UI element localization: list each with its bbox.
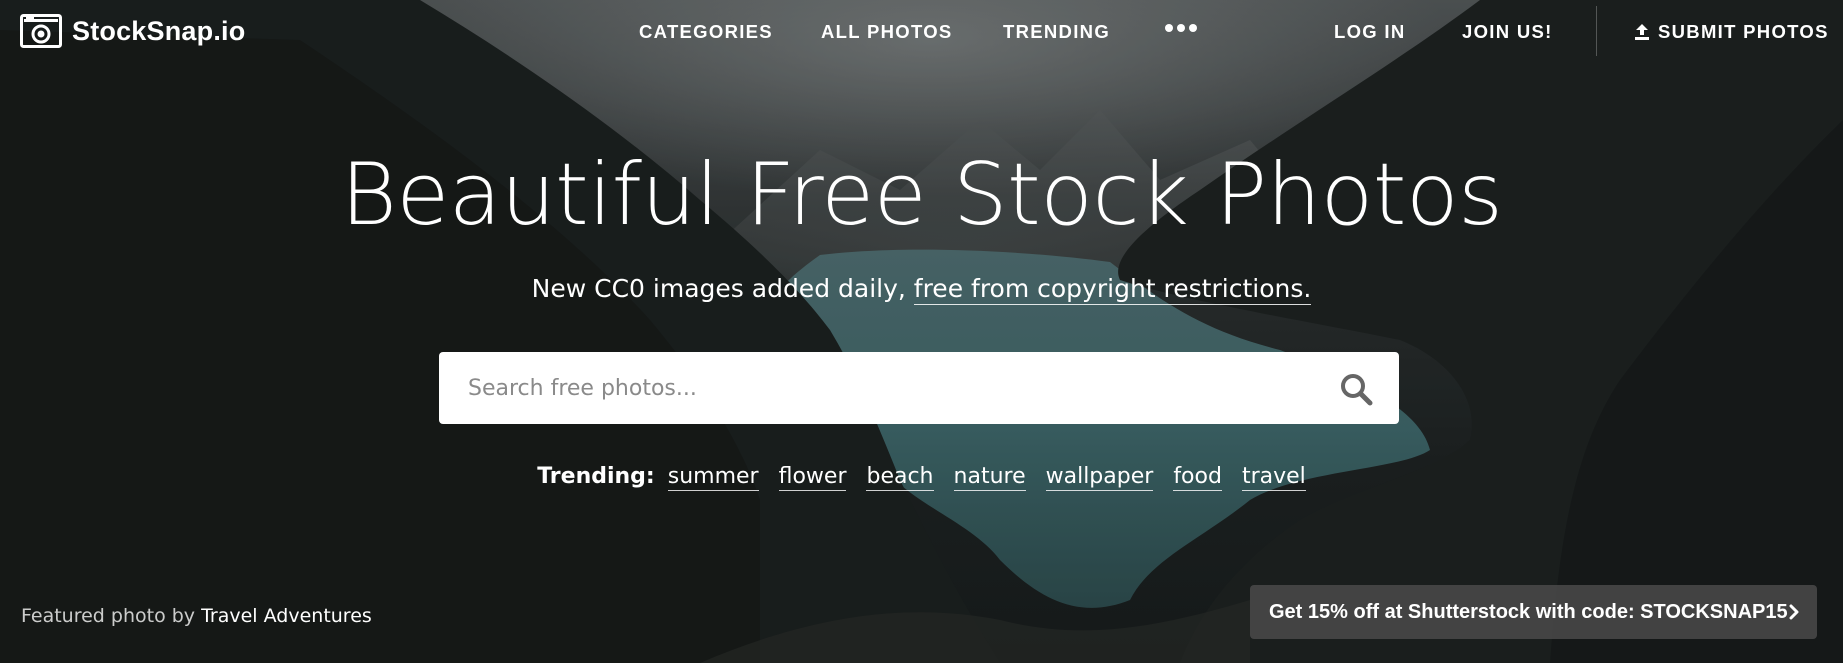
featured-author-link[interactable]: Travel Adventures <box>201 605 372 627</box>
brand-logo[interactable]: StockSnap.io <box>20 14 245 48</box>
nav-all-photos[interactable]: ALL PHOTOS <box>821 21 953 43</box>
shutterstock-promo-button[interactable]: Get 15% off at Shutterstock with code: S… <box>1250 585 1817 639</box>
top-navigation: StockSnap.io CATEGORIES ALL PHOTOS TREND… <box>0 0 1843 62</box>
trending-tags: Trending: summer flower beach nature wal… <box>0 464 1843 491</box>
chevron-right-icon <box>1789 604 1799 620</box>
search-box <box>439 352 1399 424</box>
search-input[interactable] <box>439 352 1319 424</box>
hero-section: StockSnap.io CATEGORIES ALL PHOTOS TREND… <box>0 0 1843 663</box>
trending-tag-beach[interactable]: beach <box>866 464 934 491</box>
nav-log-in[interactable]: LOG IN <box>1334 21 1406 43</box>
camera-icon <box>20 14 62 48</box>
trending-tag-food[interactable]: food <box>1173 464 1222 491</box>
featured-photo-credit: Featured photo by Travel Adventures <box>21 605 372 627</box>
trending-tag-nature[interactable]: nature <box>953 464 1026 491</box>
trending-tag-travel[interactable]: travel <box>1241 464 1306 491</box>
nav-divider <box>1596 6 1597 56</box>
featured-prefix: Featured photo by <box>21 605 202 627</box>
brand-name: StockSnap.io <box>72 15 246 46</box>
hero-subline: New CC0 images added daily, free from co… <box>0 274 1843 305</box>
more-dots-icon[interactable] <box>1165 24 1197 32</box>
nav-join[interactable]: JOIN US! <box>1462 21 1553 43</box>
submit-photos-label: SUBMIT PHOTOS <box>1658 21 1829 42</box>
nav-trending[interactable]: TRENDING <box>1003 21 1110 43</box>
page-title: Beautiful Free Stock Photos <box>340 145 1503 245</box>
trending-tag-summer[interactable]: summer <box>667 464 759 491</box>
trending-tag-flower[interactable]: flower <box>778 464 847 491</box>
license-link[interactable]: free from copyright restrictions. <box>913 274 1312 305</box>
nav-categories[interactable]: CATEGORIES <box>639 21 773 43</box>
promo-text: Get 15% off at Shutterstock with code: S… <box>1269 600 1788 623</box>
trending-tag-wallpaper[interactable]: wallpaper <box>1045 464 1154 491</box>
hero-overlay <box>0 0 1843 663</box>
subline-text: New CC0 images added daily, <box>531 274 914 303</box>
search-icon[interactable] <box>1339 372 1373 406</box>
submit-photos-button[interactable]: SUBMIT PHOTOS <box>1633 21 1829 43</box>
trending-label: Trending: <box>537 464 655 489</box>
upload-icon <box>1635 24 1649 40</box>
